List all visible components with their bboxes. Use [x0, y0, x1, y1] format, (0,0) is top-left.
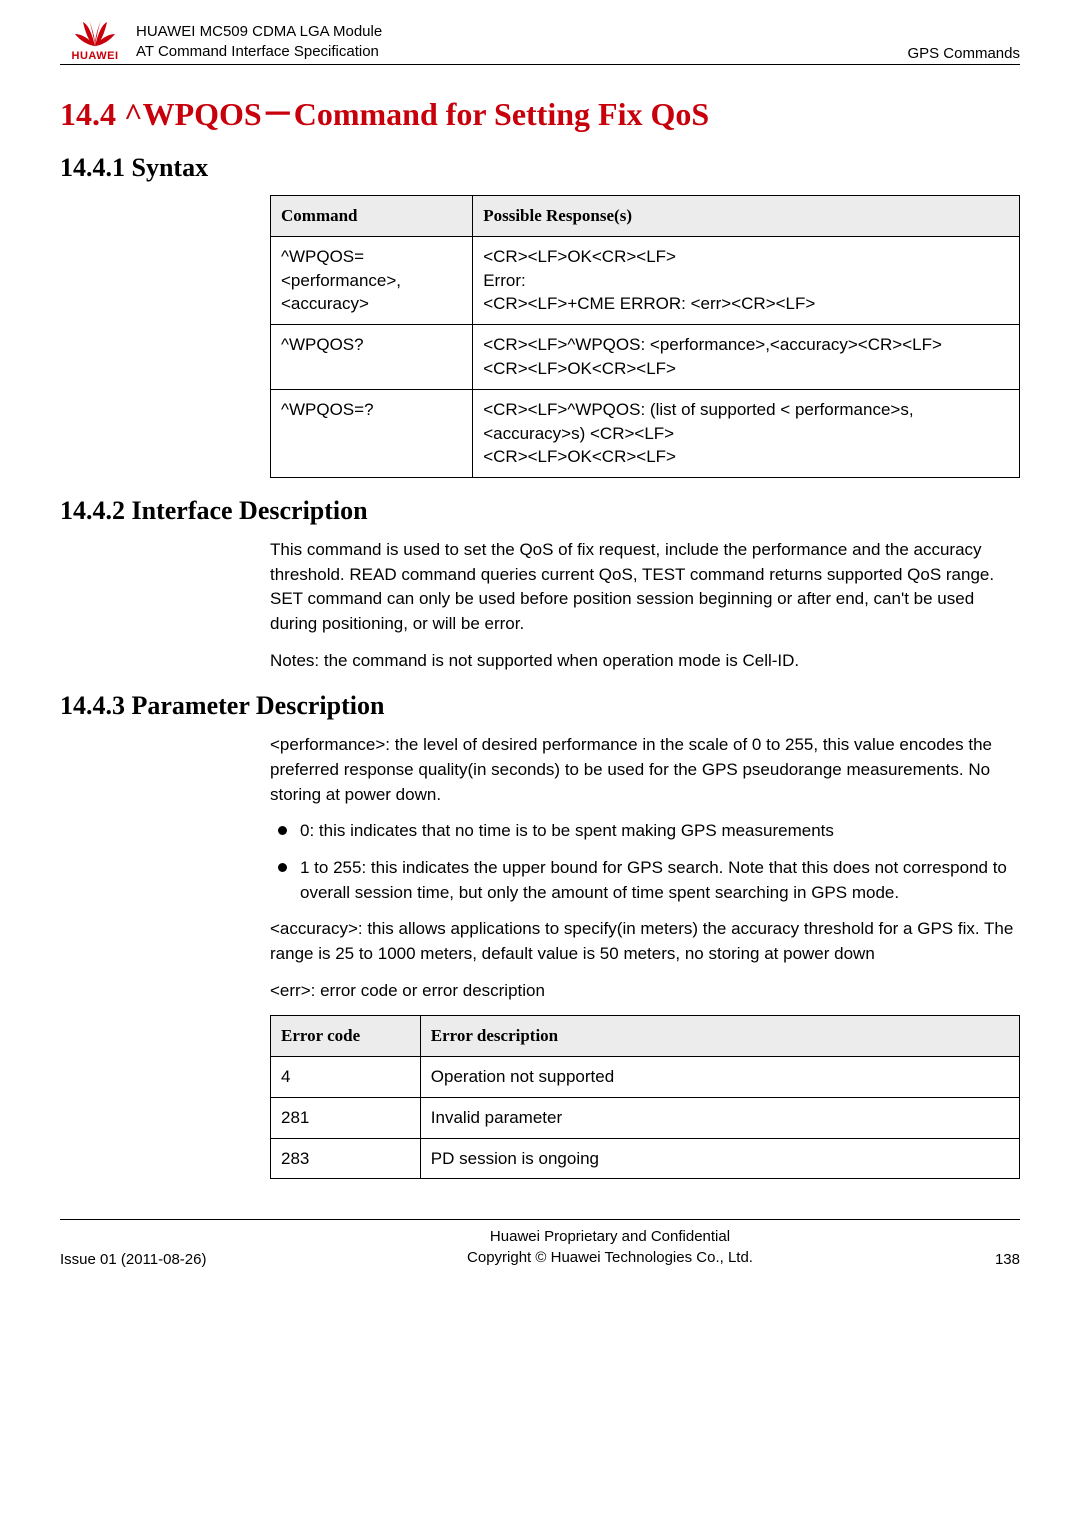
- err-desc-cell: Invalid parameter: [420, 1097, 1019, 1138]
- header-titles: HUAWEI MC509 CDMA LGA Module AT Command …: [130, 22, 907, 63]
- table-row: ^WPQOS=? <CR><LF>^WPQOS: (list of suppor…: [271, 389, 1020, 477]
- table-row: 281 Invalid parameter: [271, 1097, 1020, 1138]
- footer-page-number: 138: [940, 1251, 1020, 1268]
- footer-proprietary: Huawei Proprietary and Confidential: [280, 1226, 940, 1247]
- header-section-name: GPS Commands: [907, 45, 1020, 62]
- page-header: HUAWEI HUAWEI MC509 CDMA LGA Module AT C…: [60, 20, 1020, 65]
- table-row: ^WPQOS? <CR><LF>^WPQOS: <performance>,<a…: [271, 325, 1020, 390]
- th-error-desc: Error description: [420, 1016, 1019, 1057]
- err-code-cell: 4: [271, 1056, 421, 1097]
- page-footer: Issue 01 (2011-08-26) Huawei Proprietary…: [60, 1219, 1020, 1268]
- param-block: <performance>: the level of desired perf…: [270, 733, 1020, 1179]
- resp-cell: <CR><LF>^WPQOS: (list of supported < per…: [473, 389, 1020, 477]
- syntax-table: Command Possible Response(s) ^WPQOS=<per…: [270, 195, 1020, 478]
- brand-text: HUAWEI: [72, 50, 119, 62]
- table-row: 4 Operation not supported: [271, 1056, 1020, 1097]
- huawei-petal-icon: [73, 20, 117, 48]
- interface-para-1: This command is used to set the QoS of f…: [270, 538, 1020, 637]
- section-title: 14.4 ^WPQOS－Command for Setting Fix QoS: [60, 89, 1020, 135]
- param-bullets: 0: this indicates that no time is to be …: [270, 819, 1020, 905]
- footer-center: Huawei Proprietary and Confidential Copy…: [280, 1226, 940, 1268]
- table-row: ^WPQOS=<performance>, <accuracy> <CR><LF…: [271, 236, 1020, 324]
- err-desc-cell: Operation not supported: [420, 1056, 1019, 1097]
- th-error-code: Error code: [271, 1016, 421, 1057]
- param-err: <err>: error code or error description: [270, 979, 1020, 1004]
- interface-para-2: Notes: the command is not supported when…: [270, 649, 1020, 674]
- th-response: Possible Response(s): [473, 196, 1020, 237]
- bullet-0: 0: this indicates that no time is to be …: [270, 819, 1020, 844]
- cmd-cell: ^WPQOS?: [271, 325, 473, 390]
- param-accuracy: <accuracy>: this allows applications to …: [270, 917, 1020, 966]
- error-table: Error code Error description 4 Operation…: [270, 1015, 1020, 1179]
- cmd-cell: ^WPQOS=<performance>, <accuracy>: [271, 236, 473, 324]
- err-code-cell: 283: [271, 1138, 421, 1179]
- footer-issue: Issue 01 (2011-08-26): [60, 1251, 280, 1268]
- err-code-cell: 281: [271, 1097, 421, 1138]
- cmd-cell: ^WPQOS=?: [271, 389, 473, 477]
- brand-logo: HUAWEI: [60, 20, 130, 62]
- table-header-row: Error code Error description: [271, 1016, 1020, 1057]
- table-row: 283 PD session is ongoing: [271, 1138, 1020, 1179]
- interface-heading: 14.4.2 Interface Description: [60, 496, 1020, 526]
- interface-block: This command is used to set the QoS of f…: [270, 538, 1020, 673]
- table-header-row: Command Possible Response(s): [271, 196, 1020, 237]
- bullet-1to255: 1 to 255: this indicates the upper bound…: [270, 856, 1020, 905]
- footer-copyright: Copyright © Huawei Technologies Co., Ltd…: [280, 1247, 940, 1268]
- err-desc-cell: PD session is ongoing: [420, 1138, 1019, 1179]
- resp-cell: <CR><LF>^WPQOS: <performance>,<accuracy>…: [473, 325, 1020, 390]
- doc-title-line2: AT Command Interface Specification: [136, 42, 907, 62]
- resp-cell: <CR><LF>OK<CR><LF> Error: <CR><LF>+CME E…: [473, 236, 1020, 324]
- param-performance: <performance>: the level of desired perf…: [270, 733, 1020, 807]
- param-heading: 14.4.3 Parameter Description: [60, 691, 1020, 721]
- syntax-block: Command Possible Response(s) ^WPQOS=<per…: [270, 195, 1020, 478]
- syntax-heading: 14.4.1 Syntax: [60, 153, 1020, 183]
- doc-title-line1: HUAWEI MC509 CDMA LGA Module: [136, 22, 907, 42]
- th-command: Command: [271, 196, 473, 237]
